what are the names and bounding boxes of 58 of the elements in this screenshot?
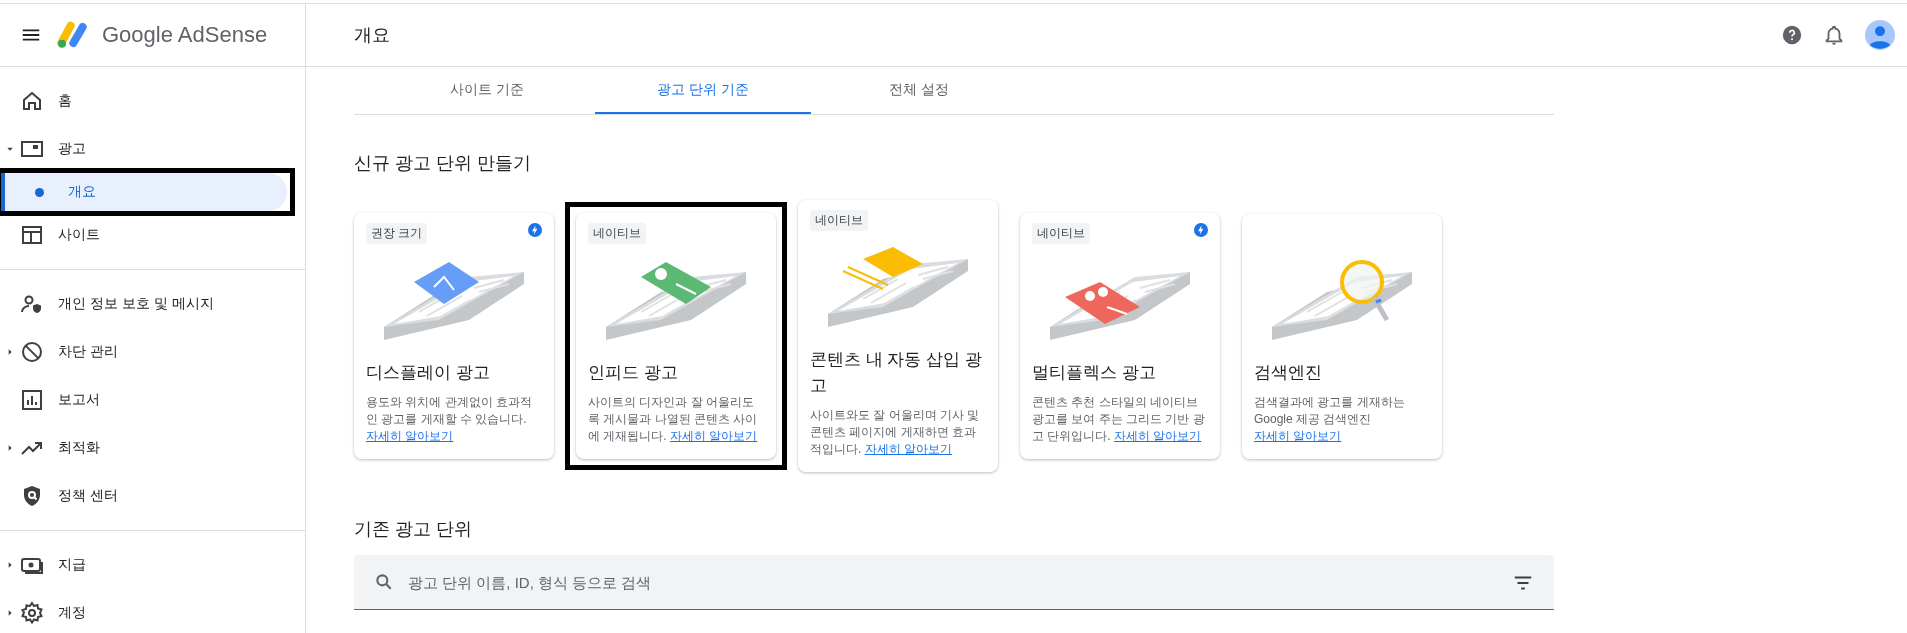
sidebar-item[interactable]: 사이트 <box>0 211 305 259</box>
learn-more-link[interactable]: 자세히 알아보기 <box>1114 429 1202 443</box>
badge: 권장 크기 <box>366 223 428 244</box>
section-heading: 기존 광고 단위 <box>354 518 473 541</box>
card-title: 검색엔진 <box>1254 361 1323 384</box>
page-title: 개요 <box>354 24 391 47</box>
bullet-icon <box>35 187 44 197</box>
bar-chart-icon <box>20 388 44 412</box>
caret-right-icon[interactable] <box>6 561 14 569</box>
tab[interactable]: 전체 설정 <box>811 67 1027 114</box>
caret-down-icon[interactable] <box>6 145 14 153</box>
ad-type-card[interactable]: 네이티브 콘텐츠 내 자동 삽입 광고 사이트와도 잘 어울리며 기사 및 콘텐츠 페이지에 게재하면 효과적입니다. 자세히 알아보기 <box>798 200 998 472</box>
tab[interactable]: 광고 단위 기준 <box>595 67 811 114</box>
section-heading: 신규 광고 단위 만들기 <box>354 152 532 175</box>
card-description: 검색결과에 광고를 게재하는 Google 제공 검색엔진 자세히 알아보기 <box>1254 393 1406 445</box>
sidebar-item[interactable]: 개인 정보 보호 및 메시지 <box>0 280 305 328</box>
learn-more-link[interactable]: 자세히 알아보기 <box>864 442 952 456</box>
learn-more-link[interactable]: 자세히 알아보기 <box>1254 428 1342 443</box>
help-icon[interactable] <box>1781 24 1803 46</box>
card-title: 디스플레이 광고 <box>366 362 491 384</box>
sidebar-item[interactable]: 차단 관리 <box>0 328 305 376</box>
card-title: 인피드 광고 <box>588 362 679 384</box>
settings-icon <box>20 601 44 625</box>
sidebar-item[interactable]: 계정 <box>0 589 305 633</box>
sidebar-item[interactable]: 최적화 <box>0 424 305 472</box>
card-description: 용도와 위치에 관계없이 효과적인 광고를 게재할 수 있습니다. 자세히 알아보기 <box>366 394 533 445</box>
sidebar-subitem[interactable]: 개요 <box>1 173 287 211</box>
sidebar-item[interactable]: 홈 <box>0 77 305 125</box>
learn-more-link[interactable]: 자세히 알아보기 <box>366 429 454 443</box>
home-icon <box>20 89 44 113</box>
ad-type-card[interactable]: 권장 크기 디스플레이 광고 용도와 위치에 관계없이 효과적인 광고를 게재할 수 있습니다. 자세히 알아보기 <box>354 213 554 459</box>
card-title: 멀티플렉스 광고 <box>1032 362 1157 384</box>
sidebar-item[interactable]: 광고 <box>0 125 305 173</box>
ad-type-card[interactable]: 검색엔진 검색결과에 광고를 게재하는 Google 제공 검색엔진 자세히 알아보기 <box>1242 213 1442 459</box>
bell-icon[interactable] <box>1823 24 1845 46</box>
learn-more-link[interactable]: 자세히 알아보기 <box>670 429 758 443</box>
ad-type-card[interactable]: 네이티브 인피드 광고 사이트의 디자인과 잘 어울리도록 게시물과 나열된 콘텐츠 사이에 게재됩니다. 자세히 알아보기 <box>576 213 776 459</box>
sidebar-item[interactable]: 정책 센터 <box>0 472 305 520</box>
avatar-icon[interactable] <box>1865 20 1895 50</box>
card-title: 콘텐츠 내 자동 삽입 광고 <box>810 349 983 397</box>
card-description: 콘텐츠 추천 스타일의 네이티브 광고를 보여 주는 그리드 기반 광고 단위입니다. 자세히 알아보기 <box>1032 394 1206 445</box>
ad-type-card[interactable]: 네이티브 멀티플렉스 광고 콘텐츠 추천 스타일의 네이티브 광고를 보여 주는 그리드 기반 광고 단위입니다. 자세히 알아보기 <box>1020 213 1220 459</box>
block-icon <box>20 340 44 364</box>
card-description: 사이트의 디자인과 잘 어울리도록 게시물과 나열된 콘텐츠 사이에 게재됩니다. 자세히 알아보기 <box>588 394 759 445</box>
card-description: 사이트와도 잘 어울리며 기사 및 콘텐츠 페이지에 게재하면 효과적입니다. 자세히 알아보기 <box>810 407 981 458</box>
caret-right-icon[interactable] <box>6 609 14 617</box>
caret-right-icon[interactable] <box>6 444 14 452</box>
caret-right-icon[interactable] <box>6 348 14 356</box>
logo-icon[interactable] <box>56 19 88 51</box>
tab[interactable]: 사이트 기준 <box>379 67 595 114</box>
product-name: Google AdSense <box>102 22 268 48</box>
browser-window-icon <box>20 223 44 247</box>
sidebar-item[interactable]: 지급 <box>0 541 305 589</box>
sidebar-item[interactable]: 보고서 <box>0 376 305 424</box>
badge: 네이티브 <box>1032 223 1090 244</box>
badge: 네이티브 <box>810 210 868 231</box>
search-field[interactable]: 광고 단위 이름, ID, 형식 등으로 검색 <box>354 555 1554 610</box>
badge: 네이티브 <box>588 223 646 244</box>
